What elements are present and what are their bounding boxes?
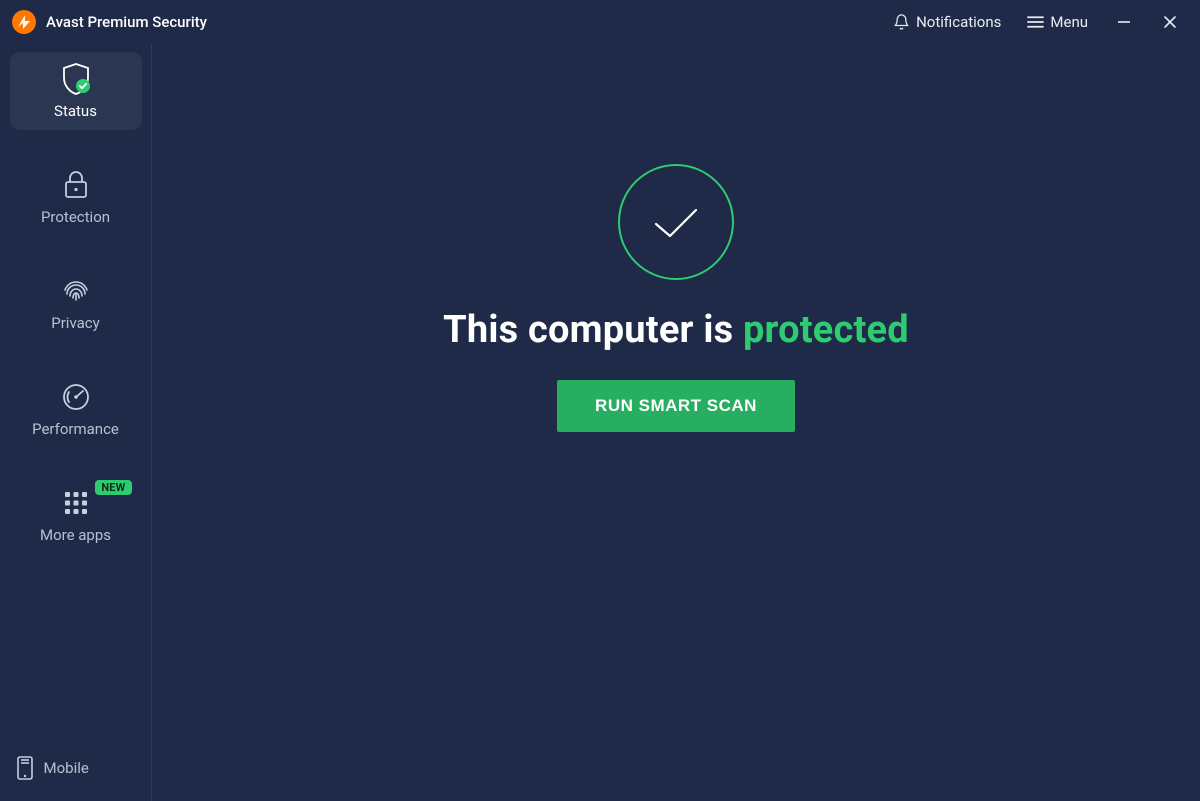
fingerprint-icon	[61, 276, 91, 306]
sidebar-item-label: Mobile	[44, 759, 89, 777]
main-content: This computer is protected RUN SMART SCA…	[152, 44, 1200, 801]
bell-icon	[893, 13, 910, 31]
menu-button[interactable]: Menu	[1019, 7, 1096, 37]
sidebar-item-status[interactable]: Status	[10, 52, 142, 130]
sidebar-item-mobile[interactable]: Mobile	[10, 747, 142, 789]
status-check-circle-icon	[618, 164, 734, 280]
menu-label: Menu	[1050, 13, 1088, 31]
close-window-button[interactable]	[1152, 6, 1188, 38]
avast-logo-icon	[12, 10, 36, 34]
sidebar: Status Protection	[0, 44, 152, 801]
minimize-window-button[interactable]	[1106, 6, 1142, 38]
new-badge: NEW	[95, 480, 131, 495]
status-headline: This computer is protected	[443, 308, 909, 352]
mobile-icon	[16, 755, 34, 781]
title-bar: Avast Premium Security Notifications Men…	[0, 0, 1200, 44]
sidebar-item-label: Protection	[41, 208, 110, 226]
notifications-label: Notifications	[916, 13, 1001, 31]
notifications-button[interactable]: Notifications	[885, 7, 1009, 37]
app-title: Avast Premium Security	[46, 13, 207, 31]
sidebar-item-label: Status	[54, 102, 97, 120]
sidebar-item-performance[interactable]: Performance	[10, 370, 142, 448]
sidebar-item-label: Performance	[32, 420, 119, 438]
shield-check-icon	[60, 64, 92, 94]
sidebar-item-label: More apps	[40, 526, 111, 544]
run-smart-scan-button[interactable]: RUN SMART SCAN	[557, 380, 795, 432]
sidebar-item-protection[interactable]: Protection	[10, 158, 142, 236]
hamburger-icon	[1027, 15, 1044, 29]
headline-emphasis: protected	[743, 308, 909, 352]
sidebar-item-label: Privacy	[51, 314, 99, 332]
sidebar-item-more-apps[interactable]: NEW More apps	[10, 476, 142, 554]
headline-prefix: This computer is	[443, 308, 743, 352]
gauge-icon	[61, 382, 91, 412]
apps-grid-icon	[63, 488, 89, 518]
lock-icon	[63, 170, 89, 200]
sidebar-item-privacy[interactable]: Privacy	[10, 264, 142, 342]
